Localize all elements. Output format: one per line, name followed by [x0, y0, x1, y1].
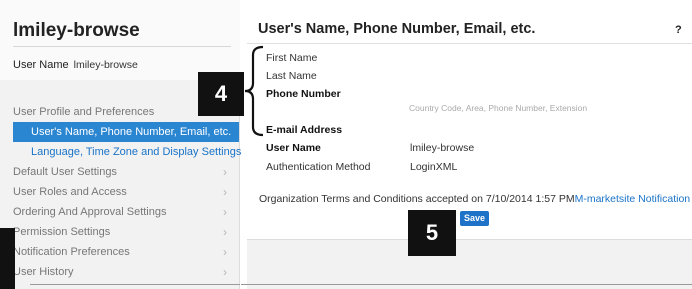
- sidebar-item-label: Permission Settings: [13, 226, 111, 238]
- terms-accepted-text: Organization Terms and Conditions accept…: [259, 193, 690, 205]
- sidebar-item-user-roles-access[interactable]: User Roles and Access ›: [13, 182, 231, 202]
- auth-method-label: Authentication Method: [266, 161, 371, 173]
- chevron-right-icon: ›: [223, 185, 227, 199]
- sidebar: lmiley-browse User Name lmiley-browse Use…: [0, 0, 241, 289]
- main-bottom-rule: [241, 284, 692, 285]
- page-title: User's Name, Phone Number, Email, etc.: [258, 21, 536, 37]
- first-name-label: First Name: [266, 52, 318, 64]
- callout-tab: [0, 228, 15, 289]
- save-button[interactable]: Save: [460, 211, 489, 226]
- main-footer-area: [247, 239, 692, 289]
- chevron-right-icon: ›: [223, 205, 227, 219]
- sidebar-divider: [13, 46, 231, 47]
- chevron-right-icon: ›: [223, 225, 227, 239]
- sidebar-item-label: User History: [13, 266, 74, 278]
- terms-text: Organization Terms and Conditions accept…: [259, 193, 575, 205]
- chevron-right-icon: ›: [223, 265, 227, 279]
- auth-method-value: LoginXML: [410, 161, 458, 173]
- sidebar-item-label: Ordering And Approval Settings: [13, 206, 167, 218]
- sidebar-item-ordering-approval[interactable]: Ordering And Approval Settings ›: [13, 202, 231, 222]
- callout-number-4: 4: [198, 72, 244, 116]
- phone-number-label: Phone Number: [266, 88, 341, 100]
- sidebar-item-permission-settings[interactable]: Permission Settings ›: [13, 222, 231, 242]
- chevron-right-icon: ›: [223, 245, 227, 259]
- last-name-label: Last Name: [266, 70, 317, 82]
- sidebar-item-language-timezone[interactable]: Language, Time Zone and Display Settings: [13, 142, 241, 162]
- help-icon[interactable]: ?: [675, 24, 682, 36]
- sidebar-item-users-name-phone-email[interactable]: User's Name, Phone Number, Email, etc.: [13, 122, 239, 142]
- sidebar-item-default-user-settings[interactable]: Default User Settings ›: [13, 162, 231, 182]
- bracket-annotation: [244, 45, 264, 137]
- chevron-right-icon: ›: [223, 165, 227, 179]
- phone-number-hint: Country Code, Area, Phone Number, Extens…: [409, 103, 588, 113]
- sidebar-item-label: Notification Preferences: [13, 246, 130, 258]
- sidebar-user-value: lmiley-browse: [73, 59, 138, 71]
- sidebar-item-label: Default User Settings: [13, 166, 117, 178]
- sidebar-item-label: User Roles and Access: [13, 186, 127, 198]
- email-address-label: E-mail Address: [266, 124, 343, 136]
- sidebar-item-notification-preferences[interactable]: Notification Preferences ›: [13, 242, 231, 262]
- callout-number-5: 5: [408, 210, 456, 256]
- main-panel: User's Name, Phone Number, Email, etc. ?…: [241, 0, 692, 289]
- username-label: User Name: [266, 142, 321, 154]
- sidebar-user-info: User Name lmiley-browse: [13, 59, 138, 71]
- sidebar-title: lmiley-browse: [13, 20, 140, 41]
- notification-link[interactable]: M-marketsite Notification: [575, 193, 691, 205]
- sidebar-bottom-rule: [30, 284, 240, 285]
- sidebar-user-label: User Name: [13, 59, 69, 71]
- username-value: lmiley-browse: [410, 142, 475, 154]
- title-divider: [247, 43, 692, 44]
- sidebar-section-user-profile[interactable]: User Profile and Preferences: [13, 106, 154, 118]
- sidebar-item-user-history[interactable]: User History ›: [13, 262, 231, 282]
- sidebar-header: lmiley-browse User Name lmiley-browse: [0, 0, 240, 80]
